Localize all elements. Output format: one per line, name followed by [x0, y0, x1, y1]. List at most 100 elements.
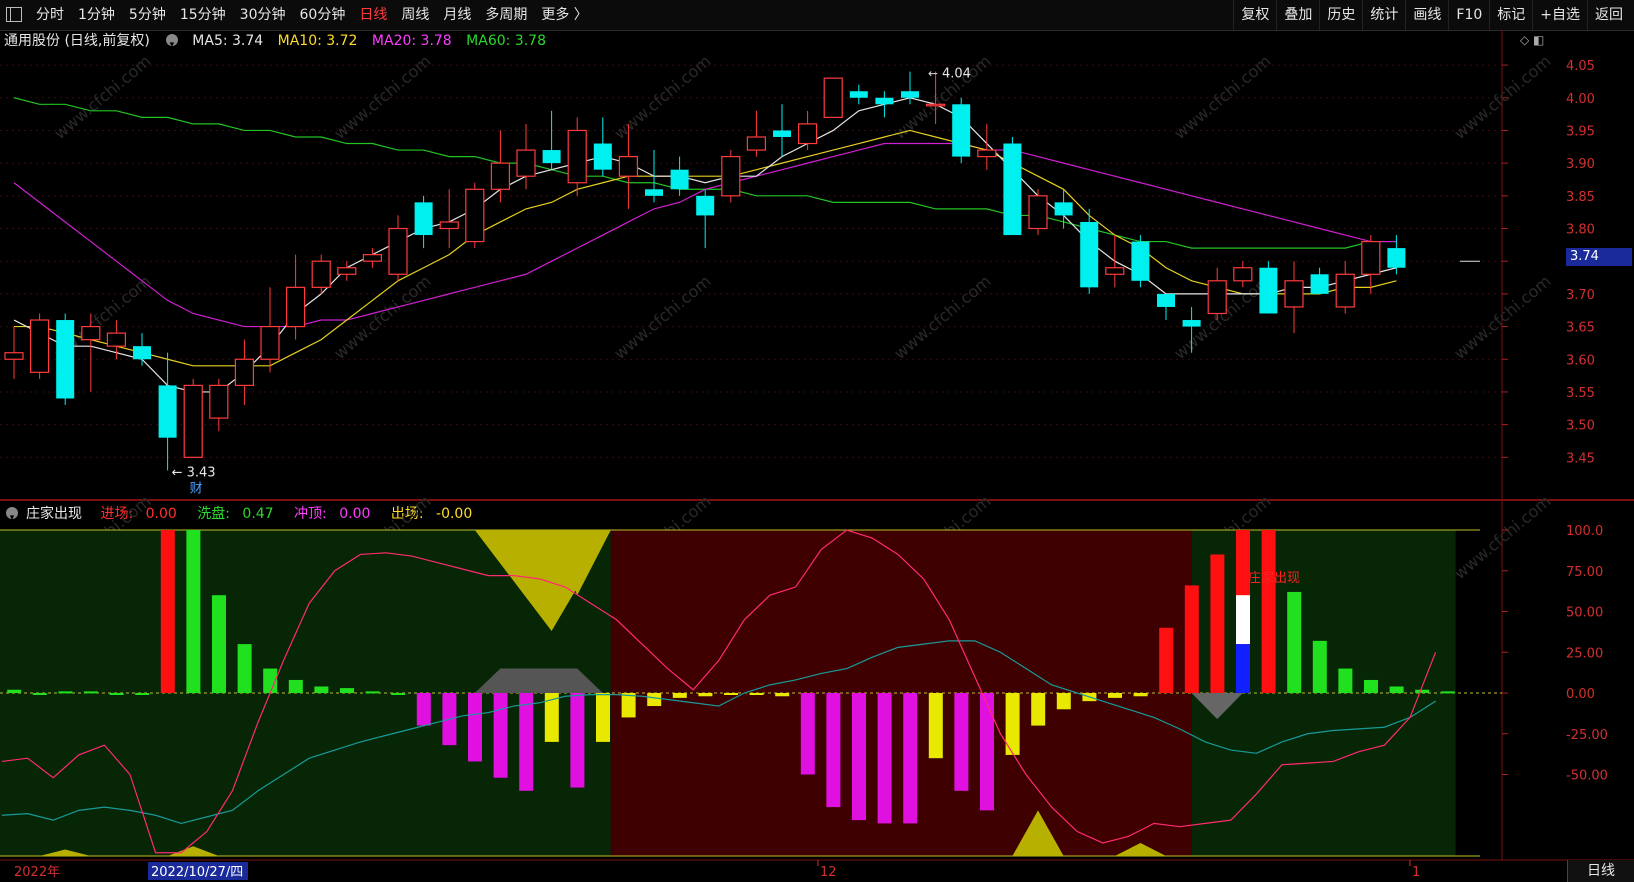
- indicator-bar: [647, 693, 662, 707]
- tab-8[interactable]: 月线: [443, 0, 471, 30]
- candle-body: [133, 346, 151, 360]
- watermark-text: www.cfchi.com: [1450, 491, 1554, 583]
- tab-0[interactable]: 分时: [36, 0, 64, 30]
- candle-body: [388, 227, 408, 275]
- ma5-line: [13, 97, 1397, 393]
- tab-6[interactable]: 日线: [359, 0, 387, 30]
- indicator-bar: [1338, 668, 1353, 693]
- toolbar-button-8[interactable]: 返回: [1587, 0, 1630, 30]
- indicator-bar: [1005, 693, 1020, 755]
- price-axis-label: 3.60: [1566, 353, 1595, 368]
- menu-icon[interactable]: [6, 7, 22, 22]
- tab-2[interactable]: 5分钟: [129, 0, 166, 30]
- watermark-text: www.cfchi.com: [330, 51, 434, 143]
- tab-10[interactable]: 更多 〉: [541, 0, 587, 30]
- settings-icon[interactable]: ▾: [165, 34, 178, 50]
- indicator-bar: [1133, 693, 1148, 697]
- candle-body: [106, 332, 127, 347]
- price-axis-label: 4.00: [1566, 92, 1595, 107]
- candle-body: [311, 260, 331, 288]
- indicator-bar: [263, 668, 278, 693]
- watermark-text: www.cfchi.com: [890, 271, 994, 363]
- top-warning-shape-2: [551, 530, 611, 596]
- indicator-bar: [544, 693, 559, 742]
- toolbar-button-5[interactable]: F10: [1448, 0, 1489, 30]
- watermark-text: www.cfchi.com: [890, 51, 994, 143]
- candle-body: [1335, 273, 1355, 308]
- price-axis-label: 3.50: [1566, 419, 1595, 434]
- toolbar-button-0[interactable]: 复权: [1233, 0, 1276, 30]
- date-axis-mid: 12: [820, 865, 837, 880]
- candle-body: [746, 136, 767, 151]
- indicator-bar: [442, 693, 457, 746]
- candle-body: [618, 155, 639, 177]
- candle-body: [1054, 202, 1073, 216]
- indicator-pink-line: [1, 529, 1437, 854]
- candle-body: [516, 149, 536, 177]
- candle-body: [645, 189, 663, 196]
- tab-9[interactable]: 多周期: [485, 0, 527, 30]
- toolbar-button-6[interactable]: 标记: [1489, 0, 1532, 30]
- indicator-bar: [314, 686, 329, 693]
- ind-axis-label: 25.00: [1566, 646, 1603, 661]
- toolbar-button-4[interactable]: 画线: [1405, 0, 1448, 30]
- ind-axis-label: -50.00: [1566, 769, 1608, 784]
- candle-body: [490, 162, 510, 190]
- toolbar-button-1[interactable]: 叠加: [1276, 0, 1319, 30]
- indicator-bar: [1364, 679, 1378, 693]
- tab-7[interactable]: 周线: [401, 0, 429, 30]
- indicator-bar: [1389, 686, 1404, 693]
- bottom-shape: [1012, 810, 1064, 856]
- watermark-text: www.cfchi.com: [610, 271, 714, 363]
- watermark-text: www.cfchi.com: [610, 51, 714, 143]
- indicator-teal-line: [1, 640, 1436, 825]
- indicator-bar: [468, 693, 482, 762]
- indicator-name[interactable]: 庄家出现: [26, 506, 82, 522]
- candle-body: [849, 91, 868, 98]
- toolbar-button-7[interactable]: +自选: [1532, 0, 1587, 30]
- indicator-bar: [1236, 530, 1250, 693]
- candle-body: [81, 325, 101, 341]
- toolbar-button-2[interactable]: 历史: [1319, 0, 1362, 30]
- tab-5[interactable]: 60分钟: [300, 0, 346, 30]
- exit-label: 出场: -0.00: [390, 506, 473, 522]
- candle-body: [901, 91, 919, 98]
- indicator-settings-icon[interactable]: ▾: [6, 507, 18, 523]
- date-axis-year: 2022年: [14, 865, 60, 880]
- tab-4[interactable]: 30分钟: [240, 0, 286, 30]
- candle-body: [977, 149, 997, 158]
- period-switch-button[interactable]: 日线: [1567, 860, 1634, 882]
- candle-body: [1131, 241, 1150, 281]
- ma20-label: MA20: 3.78: [371, 33, 452, 49]
- candle-body: [925, 103, 946, 107]
- chart-canvas[interactable]: 4.054.003.953.903.853.803.753.703.653.60…: [0, 0, 1634, 882]
- price-axis-label: 3.95: [1566, 124, 1595, 139]
- bg-green-left: [0, 530, 611, 856]
- price-axis-label: 3.70: [1566, 288, 1595, 303]
- period-tabs: 分时 1分钟 5分钟 15分钟 30分钟 60分钟 日线 周线 月线 多周期 更多 〉: [36, 0, 602, 30]
- indicator-bar: [1261, 530, 1276, 693]
- ind-axis-label: 50.00: [1566, 606, 1603, 621]
- stock-title: 通用股份 (日线,前复权): [4, 33, 150, 49]
- indicator-bar: [160, 530, 175, 693]
- indicator-bar: [109, 693, 124, 695]
- candle-body: [465, 188, 485, 243]
- candle-body: [593, 143, 612, 170]
- candle-body: [209, 384, 229, 419]
- tab-3[interactable]: 15分钟: [180, 0, 226, 30]
- panel-icons[interactable]: ◇ ◧: [1520, 33, 1544, 47]
- indicator-bar: [596, 693, 610, 742]
- indicator-bar: [1108, 693, 1122, 698]
- watermark-text: www.cfchi.com: [610, 491, 714, 583]
- indicator-bar: [493, 693, 508, 778]
- candle-body: [1028, 195, 1048, 230]
- toolbar-button-3[interactable]: 统计: [1362, 0, 1405, 30]
- tab-1[interactable]: 1分钟: [78, 0, 115, 30]
- gray-plateau: [474, 668, 603, 693]
- bg-red-mid: [610, 530, 1192, 856]
- indicator-bar: [237, 644, 252, 693]
- watermark-text: www.cfchi.com: [330, 271, 434, 363]
- candle-body: [823, 77, 843, 118]
- candle-body: [30, 319, 50, 373]
- indicator-bar: [1287, 591, 1302, 693]
